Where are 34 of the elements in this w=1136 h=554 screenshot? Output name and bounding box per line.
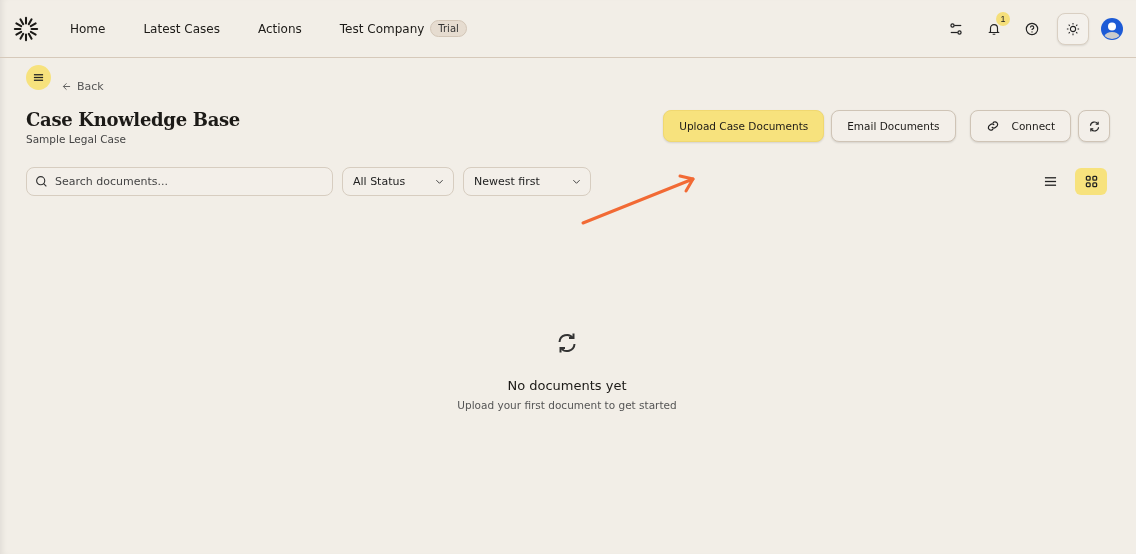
empty-message: Upload your first document to get started — [457, 399, 677, 411]
connect-button[interactable]: Connect — [969, 110, 1071, 142]
refresh-button[interactable] — [1078, 110, 1110, 142]
grid-icon — [1084, 175, 1098, 188]
nav-link[interactable]: Home — [70, 21, 106, 36]
filter-dropdown[interactable]: Newest first — [463, 167, 591, 196]
back-link[interactable]: Back — [62, 79, 104, 93]
chevron-down-icon — [572, 177, 581, 186]
sun-icon — [1066, 21, 1080, 36]
avatar-icon[interactable] — [1101, 17, 1123, 40]
page-title: Case Knowledge Base — [26, 109, 241, 130]
list-icon — [1043, 175, 1057, 188]
menu-icon — [33, 71, 44, 83]
nav-link[interactable]: Actions — [257, 21, 302, 36]
refresh-icon — [1087, 119, 1101, 133]
empty-title: No documents yet — [507, 378, 627, 393]
grid-view-button[interactable] — [1075, 168, 1107, 195]
upload-button[interactable]: Upload Case Documents — [663, 110, 825, 142]
arrow-left-icon — [62, 81, 71, 91]
logo-icon[interactable] — [13, 15, 39, 42]
plan-badge: Trial — [430, 20, 467, 37]
search-field[interactable]: Search documents... — [26, 167, 333, 196]
search-icon — [35, 175, 48, 188]
bell-icon — [987, 21, 1001, 36]
nav-link[interactable]: Latest Cases — [143, 21, 220, 36]
theme-toggle-button[interactable] — [1057, 12, 1089, 45]
menu-button[interactable] — [26, 64, 51, 90]
notification-count: 1 — [996, 11, 1010, 26]
email-button[interactable]: Email Documents — [831, 110, 956, 142]
nav-link[interactable]: Test Company — [339, 21, 425, 36]
chevron-down-icon — [435, 177, 444, 186]
page-subtitle: Sample Legal Case — [26, 133, 127, 145]
filter-dropdown[interactable]: All Status — [342, 167, 454, 196]
link-icon — [985, 119, 1000, 133]
